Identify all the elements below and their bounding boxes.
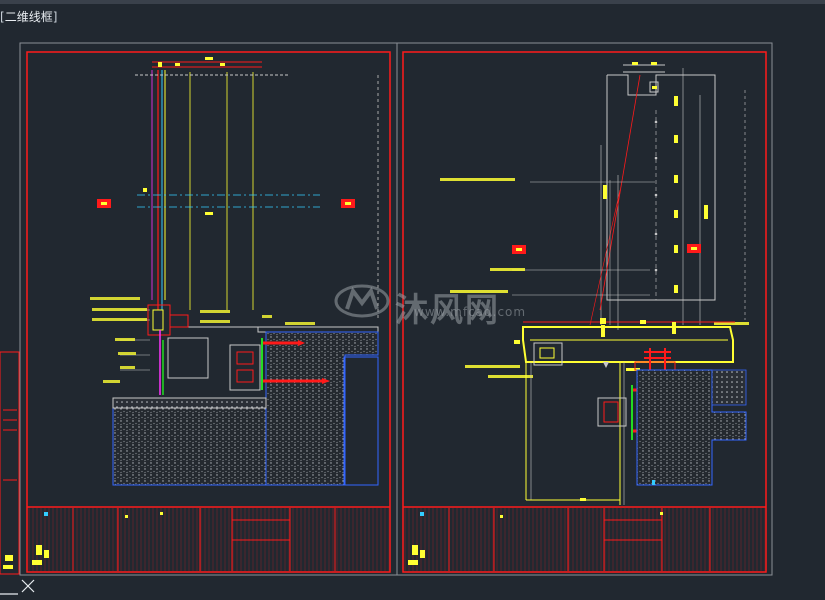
sheet-2-concrete-section [636,369,747,486]
watermark-url: www.mfcad.com [414,305,527,319]
sheet-2-parapet-elevation [589,62,746,330]
sheet-2-title-block [404,508,765,571]
watermark-logo-icon [334,284,390,318]
sheet-1-floor-section [112,326,379,486]
sheet-2-leader-notes [440,178,749,378]
ucs-axis-icon [0,579,35,595]
sheet-1-title-block [28,508,389,571]
left-partial-sheet [0,351,20,575]
